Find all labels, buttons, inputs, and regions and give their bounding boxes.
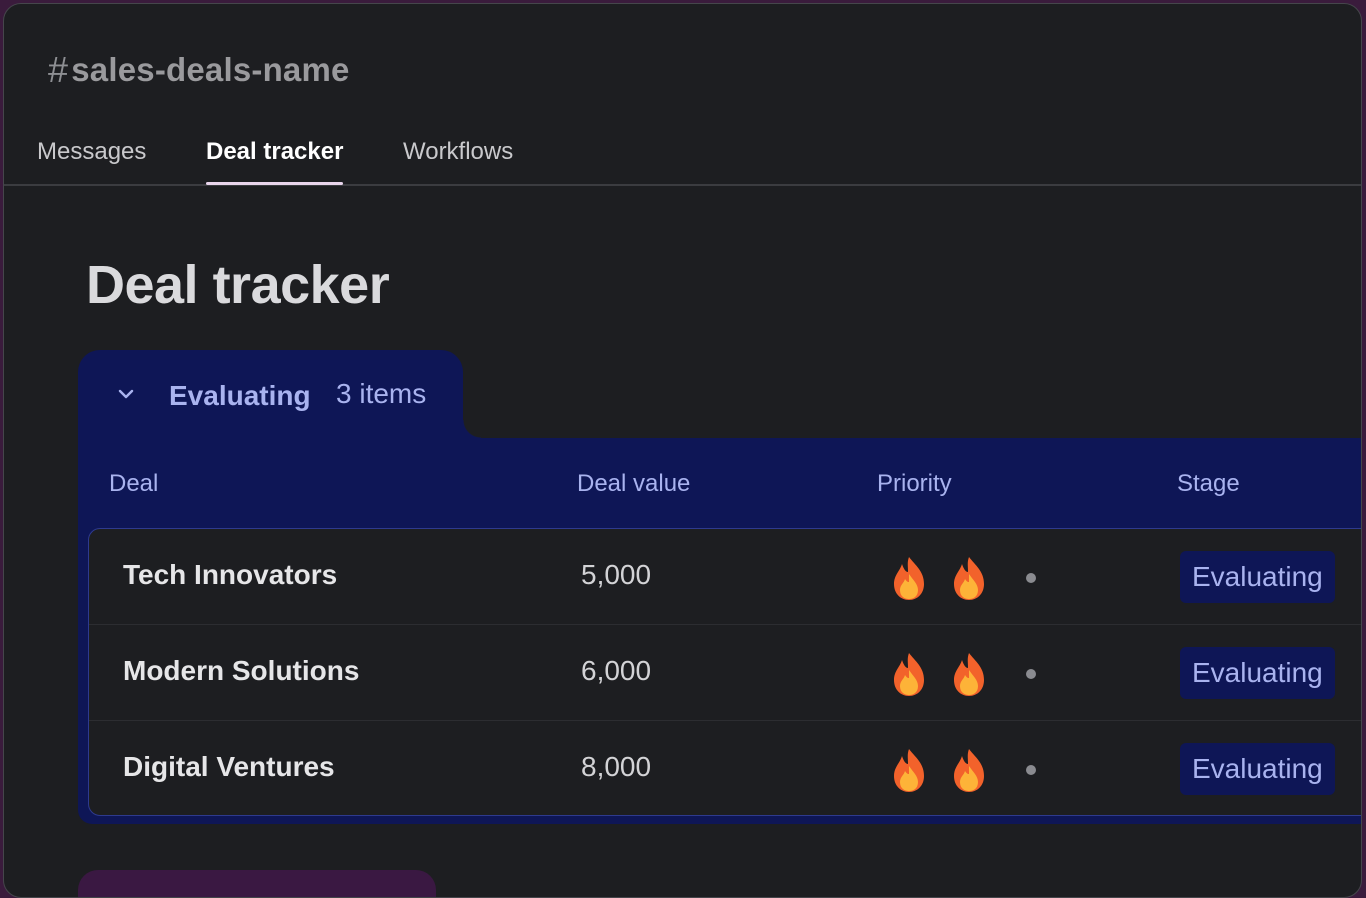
tab-deal-tracker[interactable]: Deal tracker xyxy=(206,124,344,185)
fire-icon[interactable] xyxy=(949,555,989,601)
dot-icon[interactable] xyxy=(1026,573,1036,583)
chevron-down-icon[interactable] xyxy=(116,384,136,404)
stage-badge[interactable]: Evaluating xyxy=(1180,647,1335,699)
dot-icon[interactable] xyxy=(1026,669,1036,679)
channel-name: sales-deals-name xyxy=(71,51,350,88)
next-group-header[interactable] xyxy=(78,870,436,897)
column-header-deal-value[interactable]: Deal value xyxy=(577,470,690,498)
table-row[interactable]: Tech Innovators 5,000 Evaluating xyxy=(89,529,1361,625)
fire-icon[interactable] xyxy=(889,747,929,793)
dot-icon[interactable] xyxy=(1026,765,1036,775)
group-count: 3 items xyxy=(336,378,427,409)
deal-value[interactable]: 5,000 xyxy=(581,559,651,591)
deal-value[interactable]: 8,000 xyxy=(581,751,651,783)
fire-icon[interactable] xyxy=(949,651,989,697)
fire-icon[interactable] xyxy=(949,747,989,793)
deal-name[interactable]: Digital Ventures xyxy=(123,751,335,783)
column-header-priority[interactable]: Priority xyxy=(877,470,952,498)
hash-icon: # xyxy=(48,49,69,90)
column-header-stage[interactable]: Stage xyxy=(1177,470,1240,498)
table-rows: Tech Innovators 5,000 Evaluating Modern … xyxy=(88,528,1361,816)
fire-icon[interactable] xyxy=(889,555,929,601)
app-window: # sales-deals-name Messages Deal tracker… xyxy=(3,3,1362,898)
deal-name[interactable]: Tech Innovators xyxy=(123,559,337,591)
channel-title: # sales-deals-name xyxy=(48,48,350,92)
fire-icon[interactable] xyxy=(889,651,929,697)
deal-value[interactable]: 6,000 xyxy=(581,655,651,687)
page-title: Deal tracker xyxy=(86,255,390,315)
tab-workflows[interactable]: Workflows xyxy=(403,124,513,184)
table-row[interactable]: Modern Solutions 6,000 Evaluating xyxy=(89,625,1361,721)
group-name: Evaluating xyxy=(169,380,311,411)
deal-name[interactable]: Modern Solutions xyxy=(123,655,359,687)
tab-bar: Messages Deal tracker Workflows xyxy=(4,124,1361,186)
tab-messages[interactable]: Messages xyxy=(37,124,146,184)
table-row[interactable]: Digital Ventures 8,000 Evaluating xyxy=(89,721,1361,815)
stage-badge[interactable]: Evaluating xyxy=(1180,743,1335,795)
stage-badge[interactable]: Evaluating xyxy=(1180,551,1335,603)
column-header-deal[interactable]: Deal xyxy=(109,470,158,498)
